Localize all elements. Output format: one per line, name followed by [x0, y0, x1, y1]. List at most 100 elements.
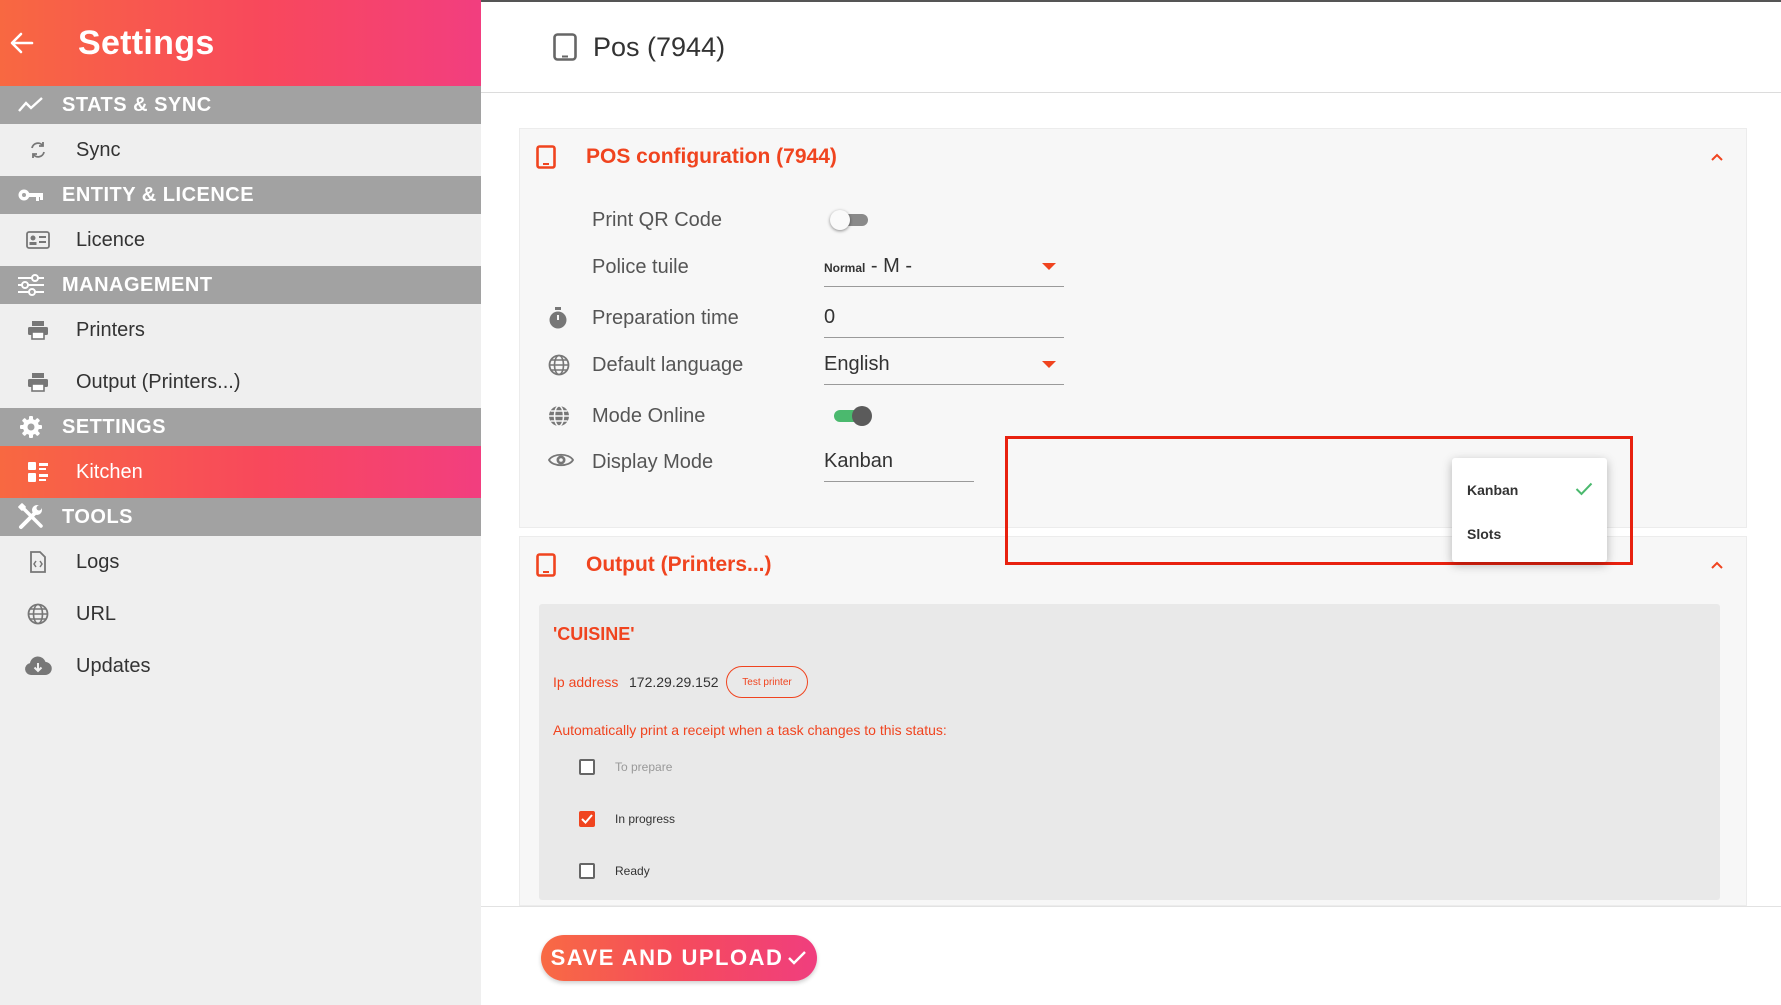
police-tuile-label: Police tuile [592, 255, 689, 278]
tablet-icon [536, 553, 556, 577]
eye-icon [548, 451, 574, 469]
output-title: Output (Printers...) [586, 553, 772, 576]
trend-line-icon [0, 97, 62, 113]
sidebar-item-label: Kitchen [76, 460, 143, 483]
sidebar-item-label: Printers [76, 318, 145, 341]
sidebar-item-label: Licence [76, 228, 145, 251]
printer-icon [0, 320, 76, 340]
section-label: STATS & SYNC [62, 93, 212, 116]
sidebar-item-logs[interactable]: Logs [0, 536, 481, 588]
status-row-in-progress: In progress [579, 807, 675, 831]
page-title: Pos (7944) [593, 31, 726, 62]
page-header: Pos (7944) [481, 0, 1781, 93]
section-label: TOOLS [62, 505, 134, 528]
sidebar-header: Settings [0, 0, 481, 86]
check-icon [787, 950, 807, 966]
sidebar-item-label: URL [76, 602, 117, 625]
gear-icon [0, 415, 62, 439]
sidebar-item-output-printers[interactable]: Output (Printers...) [0, 356, 481, 408]
pos-config-header[interactable]: POS configuration (7944) [520, 129, 1746, 185]
sidebar-item-kitchen[interactable]: Kitchen [0, 446, 481, 498]
mode-online-label: Mode Online [592, 404, 706, 427]
option-label: Slots [1467, 526, 1502, 542]
app-root: Settings STATS & SYNC Sync ENTITY & LICE… [0, 0, 1781, 1005]
tools-icon [0, 503, 62, 531]
sliders-icon [0, 274, 62, 296]
cloud-download-icon [0, 656, 76, 676]
sidebar-item-updates[interactable]: Updates [0, 640, 481, 692]
sidebar-item-label: Logs [76, 550, 120, 573]
dropdown-caret-icon[interactable] [1042, 361, 1056, 368]
sidebar-item-sync[interactable]: Sync [0, 124, 481, 176]
sidebar-item-printers[interactable]: Printers [0, 304, 481, 356]
printer-icon [0, 372, 76, 392]
mode-online-toggle[interactable] [834, 406, 872, 426]
preparation-time-value: 0 [824, 306, 836, 328]
print-qr-toggle[interactable] [830, 210, 868, 230]
police-tuile-select[interactable]: Normal - M - [824, 247, 1064, 287]
sidebar-item-url[interactable]: URL [0, 588, 481, 640]
display-mode-label: Display Mode [592, 450, 714, 473]
tablet-icon [536, 145, 556, 169]
display-mode-value: Kanban [824, 450, 893, 472]
sidebar-item-licence[interactable]: Licence [0, 214, 481, 266]
status-row-ready: Ready [579, 859, 650, 883]
id-card-icon [0, 231, 76, 249]
key-icon [0, 187, 62, 203]
kitchen-icon [0, 461, 76, 483]
sidebar-item-label: Output (Printers...) [76, 370, 241, 393]
test-printer-button[interactable]: Test printer [726, 666, 808, 698]
ready-checkbox[interactable] [579, 863, 595, 879]
check-icon [1575, 482, 1593, 496]
sidebar-item-label: Updates [76, 654, 151, 677]
section-label: ENTITY & LICENCE [62, 183, 255, 206]
sidebar-title: Settings [78, 23, 215, 62]
chevron-up-icon[interactable] [1710, 149, 1724, 167]
globe-icon [0, 603, 76, 625]
toggle-knob [852, 406, 872, 426]
display-mode-dropdown: Kanban Slots [1452, 458, 1607, 562]
toggle-knob [830, 210, 850, 230]
in-progress-checkbox[interactable] [579, 811, 595, 827]
checkbox-label: To prepare [615, 760, 673, 774]
globe-icon [548, 354, 570, 376]
globe-solid-icon [548, 405, 570, 427]
dropdown-option-slots[interactable]: Slots [1452, 514, 1607, 554]
sidebar-item-label: Sync [76, 138, 121, 161]
ip-address-value: 172.29.29.152 [629, 674, 719, 690]
printer-card: 'CUISINE' Ip address 172.29.29.152 Test … [539, 604, 1720, 900]
pos-config-title: POS configuration (7944) [586, 145, 837, 168]
status-row-to-prepare: To prepare [579, 755, 672, 779]
preparation-time-input[interactable]: 0 [824, 298, 1064, 338]
save-button-label: SAVE AND UPLOAD [550, 945, 784, 970]
chevron-up-icon[interactable] [1710, 557, 1724, 575]
dropdown-option-kanban[interactable]: Kanban [1452, 470, 1607, 510]
checkmark-icon [581, 814, 593, 824]
police-tuile-value: Normal - M - [824, 255, 912, 277]
printer-name: 'CUISINE' [553, 624, 635, 644]
sync-icon [0, 141, 76, 159]
default-language-select[interactable]: English [824, 345, 1064, 385]
tablet-icon [553, 33, 577, 61]
ip-address-label: Ip address [553, 674, 619, 690]
section-management: MANAGEMENT [0, 266, 481, 304]
checkbox-label: Ready [615, 864, 650, 878]
section-label: SETTINGS [62, 415, 167, 438]
stopwatch-icon [548, 307, 568, 329]
auto-print-text: Automatically print a receipt when a tas… [553, 722, 947, 738]
main-content: Pos (7944) POS configuration (7944) Prin… [481, 0, 1781, 1005]
section-label: MANAGEMENT [62, 273, 213, 296]
to-prepare-checkbox[interactable] [579, 759, 595, 775]
save-and-upload-button[interactable]: SAVE AND UPLOAD [541, 935, 817, 981]
checkbox-label: In progress [615, 812, 676, 826]
section-tools: TOOLS [0, 498, 481, 536]
section-settings: SETTINGS [0, 408, 481, 446]
dropdown-caret-icon[interactable] [1042, 263, 1056, 270]
footer-bar: SAVE AND UPLOAD [481, 906, 1781, 1005]
file-code-icon [0, 551, 76, 573]
section-entity-licence: ENTITY & LICENCE [0, 176, 481, 214]
default-language-value: English [824, 353, 890, 375]
option-label: Kanban [1467, 482, 1519, 498]
back-arrow-icon[interactable] [0, 32, 50, 54]
display-mode-select[interactable]: Kanban [824, 442, 974, 482]
